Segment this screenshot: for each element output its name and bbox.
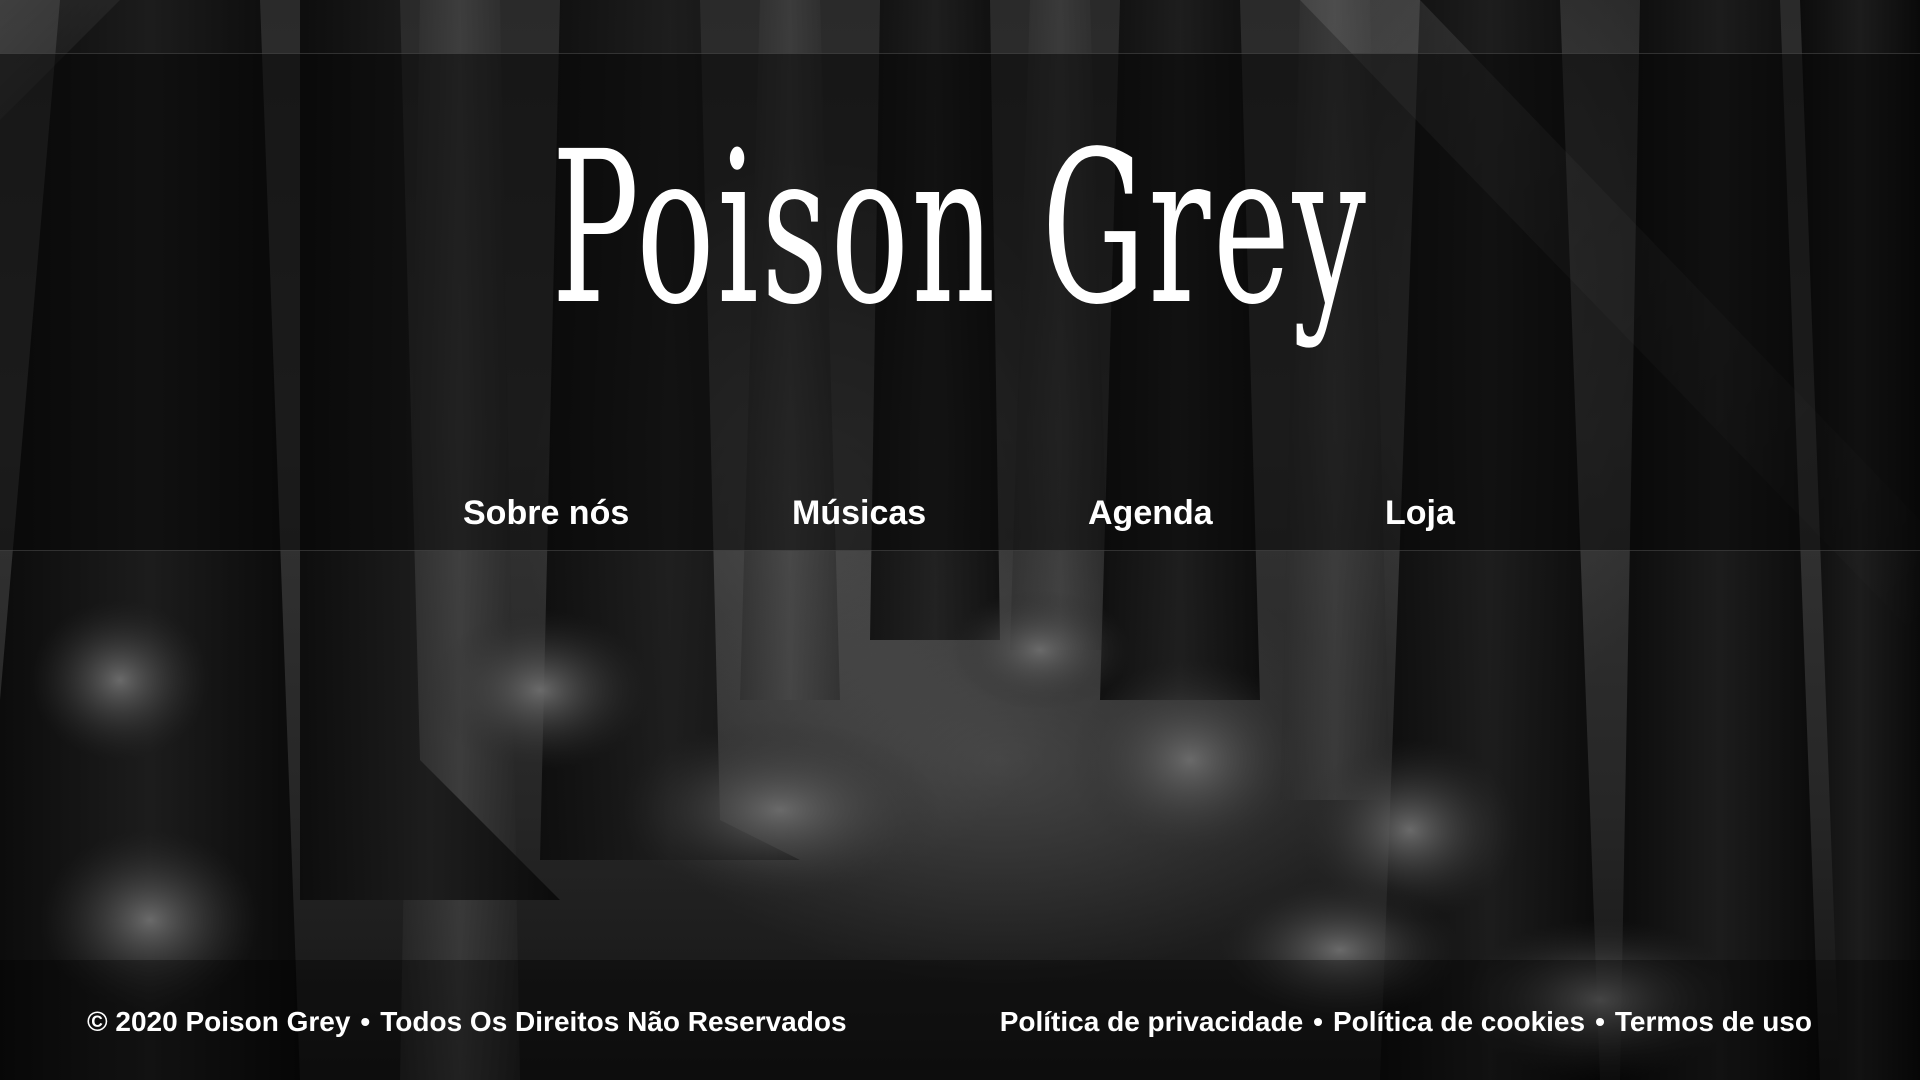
nav-link-agenda[interactable]: Agenda <box>1088 494 1213 533</box>
footer-separator: • <box>1595 1006 1605 1037</box>
footer-separator: • <box>360 1006 371 1037</box>
legal-links: Política de privacidade • Política de cook… <box>1000 1006 1812 1038</box>
cookie-policy-link[interactable]: Política de cookies <box>1333 1006 1585 1037</box>
site-header: Poison Grey Sobre nós Músicas Agenda Loj… <box>0 53 1920 551</box>
site-footer: © 2020 Poison Grey • Todos Os Direitos Não… <box>0 1006 1920 1046</box>
terms-of-use-link[interactable]: Termos de uso <box>1615 1006 1812 1037</box>
copyright-text: © 2020 Poison Grey <box>87 1006 351 1037</box>
nav-link-sobre-nos[interactable]: Sobre nós <box>463 494 629 533</box>
copyright-notice: © 2020 Poison Grey • Todos Os Direitos Não… <box>87 1006 847 1038</box>
main-navigation: Sobre nós Músicas Agenda Loja <box>0 494 1920 544</box>
privacy-policy-link[interactable]: Política de privacidade <box>1000 1006 1303 1037</box>
rights-text: Todos Os Direitos Não Reservados <box>380 1006 847 1037</box>
nav-link-loja[interactable]: Loja <box>1385 494 1455 533</box>
nav-link-musicas[interactable]: Músicas <box>792 494 926 533</box>
footer-separator: • <box>1313 1006 1323 1037</box>
site-logo[interactable]: Poison Grey <box>365 114 1555 344</box>
